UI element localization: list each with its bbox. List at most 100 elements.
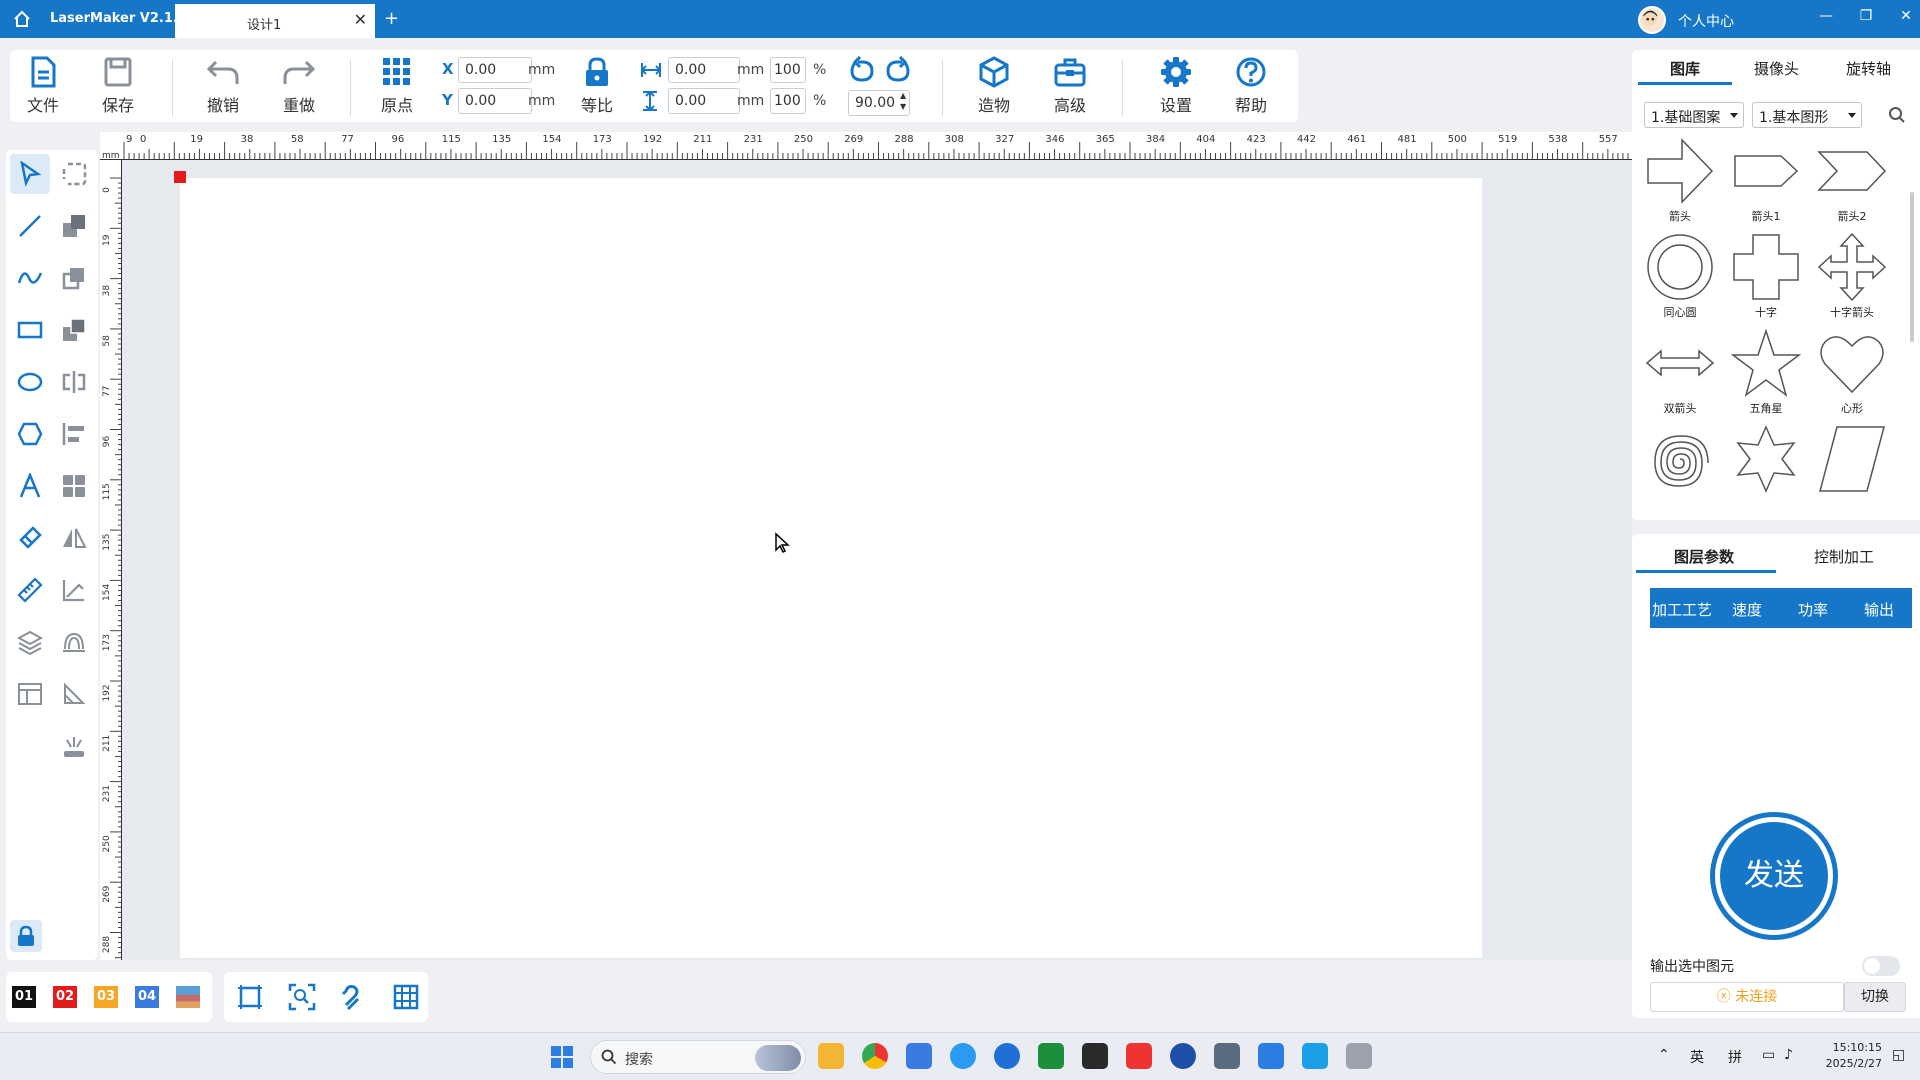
rotate-cw-icon[interactable] bbox=[884, 56, 912, 84]
tray-expand-icon[interactable]: ⌃ bbox=[1658, 1047, 1670, 1063]
node-edit-tool[interactable] bbox=[54, 154, 94, 194]
select-tool[interactable] bbox=[10, 154, 50, 194]
grid-icon[interactable] bbox=[392, 983, 420, 1011]
array-tool[interactable] bbox=[54, 466, 94, 506]
width-percent-input[interactable]: 100 bbox=[770, 57, 806, 83]
app-icon-v[interactable] bbox=[1170, 1043, 1196, 1069]
rotate-ccw-icon[interactable] bbox=[848, 56, 876, 84]
help-button[interactable]: 帮助 bbox=[1220, 56, 1282, 116]
app-icon-dark[interactable] bbox=[1082, 1043, 1108, 1069]
new-tab-icon[interactable]: + bbox=[384, 8, 399, 29]
shape-cross-arrow[interactable]: 十字箭头 bbox=[1812, 232, 1892, 320]
tab-camera[interactable]: 摄像头 bbox=[1754, 58, 1799, 79]
send-button[interactable]: 发送 bbox=[1710, 812, 1838, 940]
file-explorer-icon[interactable] bbox=[818, 1043, 844, 1069]
height-input[interactable]: 0.00 bbox=[668, 88, 740, 114]
shape-arrow-2[interactable]: 箭头2 bbox=[1812, 136, 1892, 224]
rotate-stepper-icon[interactable]: ▲ ▼ bbox=[900, 90, 906, 112]
origin-button[interactable]: 原点 bbox=[366, 56, 428, 116]
file-button[interactable]: 文件 bbox=[12, 56, 74, 116]
shape-double-arrow[interactable]: 双箭头 bbox=[1640, 328, 1720, 416]
avatar[interactable] bbox=[1638, 6, 1666, 34]
copy-tool[interactable] bbox=[54, 258, 94, 298]
output-selected-toggle[interactable] bbox=[1862, 956, 1900, 976]
advanced-button[interactable]: 高级 bbox=[1039, 56, 1101, 116]
shape-cross[interactable]: 十字 bbox=[1726, 232, 1806, 320]
redo-button[interactable]: 重做 bbox=[268, 56, 330, 116]
curve-tool[interactable] bbox=[10, 258, 50, 298]
layer-palette-swatch[interactable] bbox=[176, 986, 200, 1008]
arrange-tool[interactable] bbox=[54, 310, 94, 350]
shape-arrow-1[interactable]: 箭头1 bbox=[1726, 136, 1806, 224]
shape-six-star[interactable] bbox=[1726, 424, 1806, 494]
taskbar-search[interactable]: 搜索 bbox=[590, 1040, 806, 1074]
width-input[interactable]: 0.00 bbox=[668, 57, 740, 83]
tab-layer-params[interactable]: 图层参数 bbox=[1674, 546, 1734, 567]
shape-arrow[interactable]: 箭头 bbox=[1640, 136, 1720, 224]
subcategory-select[interactable]: 1.基本图形 bbox=[1752, 102, 1862, 128]
shape-heart[interactable]: 心形 bbox=[1812, 328, 1892, 416]
path-tool[interactable] bbox=[54, 570, 94, 610]
ime-mode[interactable]: 拼 bbox=[1728, 1047, 1742, 1067]
y-input[interactable]: 0.00 bbox=[458, 88, 532, 114]
flip-tool[interactable] bbox=[54, 518, 94, 558]
template-tool[interactable] bbox=[10, 674, 50, 714]
save-button[interactable]: 保存 bbox=[87, 56, 149, 116]
home-icon[interactable] bbox=[12, 9, 32, 29]
ellipse-tool[interactable] bbox=[10, 362, 50, 402]
text-tool[interactable] bbox=[10, 466, 50, 506]
mirror-tool[interactable] bbox=[54, 362, 94, 402]
app-icon-k[interactable] bbox=[994, 1043, 1020, 1069]
x-input[interactable]: 0.00 bbox=[458, 57, 532, 83]
app-icon-video[interactable] bbox=[1258, 1043, 1284, 1069]
layer-02-swatch[interactable]: 02 bbox=[53, 986, 77, 1008]
cutting-tool[interactable] bbox=[54, 674, 94, 714]
ime-language[interactable]: 英 bbox=[1690, 1047, 1704, 1067]
eraser-tool[interactable] bbox=[10, 518, 50, 558]
volume-icon[interactable]: ♪ bbox=[1784, 1047, 1793, 1063]
align-tool[interactable] bbox=[54, 414, 94, 454]
magnet-snap-icon[interactable] bbox=[340, 983, 368, 1011]
tab-document[interactable]: 设计1 ✕ bbox=[175, 4, 375, 38]
maximize-icon[interactable]: ❐ bbox=[1856, 8, 1876, 24]
build-button[interactable]: 造物 bbox=[963, 56, 1025, 116]
taskbar-clock[interactable]: 15:10:15 2025/2/27 bbox=[1812, 1040, 1882, 1072]
user-center-link[interactable]: 个人中心 bbox=[1678, 11, 1734, 31]
settings-button[interactable]: 设置 bbox=[1145, 56, 1207, 116]
notification-icon[interactable]: ◱ bbox=[1892, 1047, 1905, 1063]
windows-start-icon[interactable] bbox=[550, 1045, 574, 1069]
rectangle-tool[interactable] bbox=[10, 310, 50, 350]
shape-concentric-circle[interactable]: 同心圆 bbox=[1640, 232, 1720, 320]
work-area[interactable] bbox=[180, 178, 1482, 958]
app-icon-x[interactable] bbox=[1038, 1043, 1064, 1069]
wps-icon[interactable] bbox=[1126, 1043, 1152, 1069]
switch-device-button[interactable]: 切换 bbox=[1844, 982, 1906, 1012]
app-icon-q[interactable] bbox=[950, 1043, 976, 1069]
height-percent-input[interactable]: 100 bbox=[770, 88, 806, 114]
layer-01-swatch[interactable]: 01 bbox=[12, 986, 36, 1008]
close-tab-icon[interactable]: ✕ bbox=[354, 10, 367, 29]
app-icon-blue-square[interactable] bbox=[906, 1043, 932, 1069]
laser-effect-tool[interactable] bbox=[54, 726, 94, 766]
measure-tool[interactable] bbox=[10, 570, 50, 610]
lock-canvas-button[interactable] bbox=[10, 920, 42, 952]
connection-status[interactable]: ⓧ 未连接 bbox=[1650, 982, 1844, 1012]
fit-page-icon[interactable] bbox=[236, 983, 264, 1011]
fit-selection-icon[interactable] bbox=[288, 983, 316, 1011]
layers-tool[interactable] bbox=[10, 622, 50, 662]
layer-03-swatch[interactable]: 03 bbox=[94, 986, 118, 1008]
app-icon-chart[interactable] bbox=[1214, 1043, 1240, 1069]
undo-button[interactable]: 撤销 bbox=[192, 56, 254, 116]
tab-control-processing[interactable]: 控制加工 bbox=[1814, 546, 1874, 567]
chrome-icon[interactable] bbox=[862, 1043, 888, 1069]
tab-library[interactable]: 图库 bbox=[1670, 58, 1700, 79]
network-icon[interactable]: ▭ bbox=[1762, 1047, 1775, 1063]
lock-ratio-button[interactable]: 等比 bbox=[566, 56, 628, 116]
boolean-tool[interactable] bbox=[54, 206, 94, 246]
layer-04-swatch[interactable]: 04 bbox=[135, 986, 159, 1008]
library-scrollbar[interactable] bbox=[1910, 192, 1914, 342]
search-icon[interactable] bbox=[1888, 106, 1906, 124]
minimize-icon[interactable]: — bbox=[1816, 8, 1836, 24]
shape-parallelogram[interactable] bbox=[1812, 424, 1892, 494]
monitor-app-icon[interactable] bbox=[1346, 1043, 1372, 1069]
